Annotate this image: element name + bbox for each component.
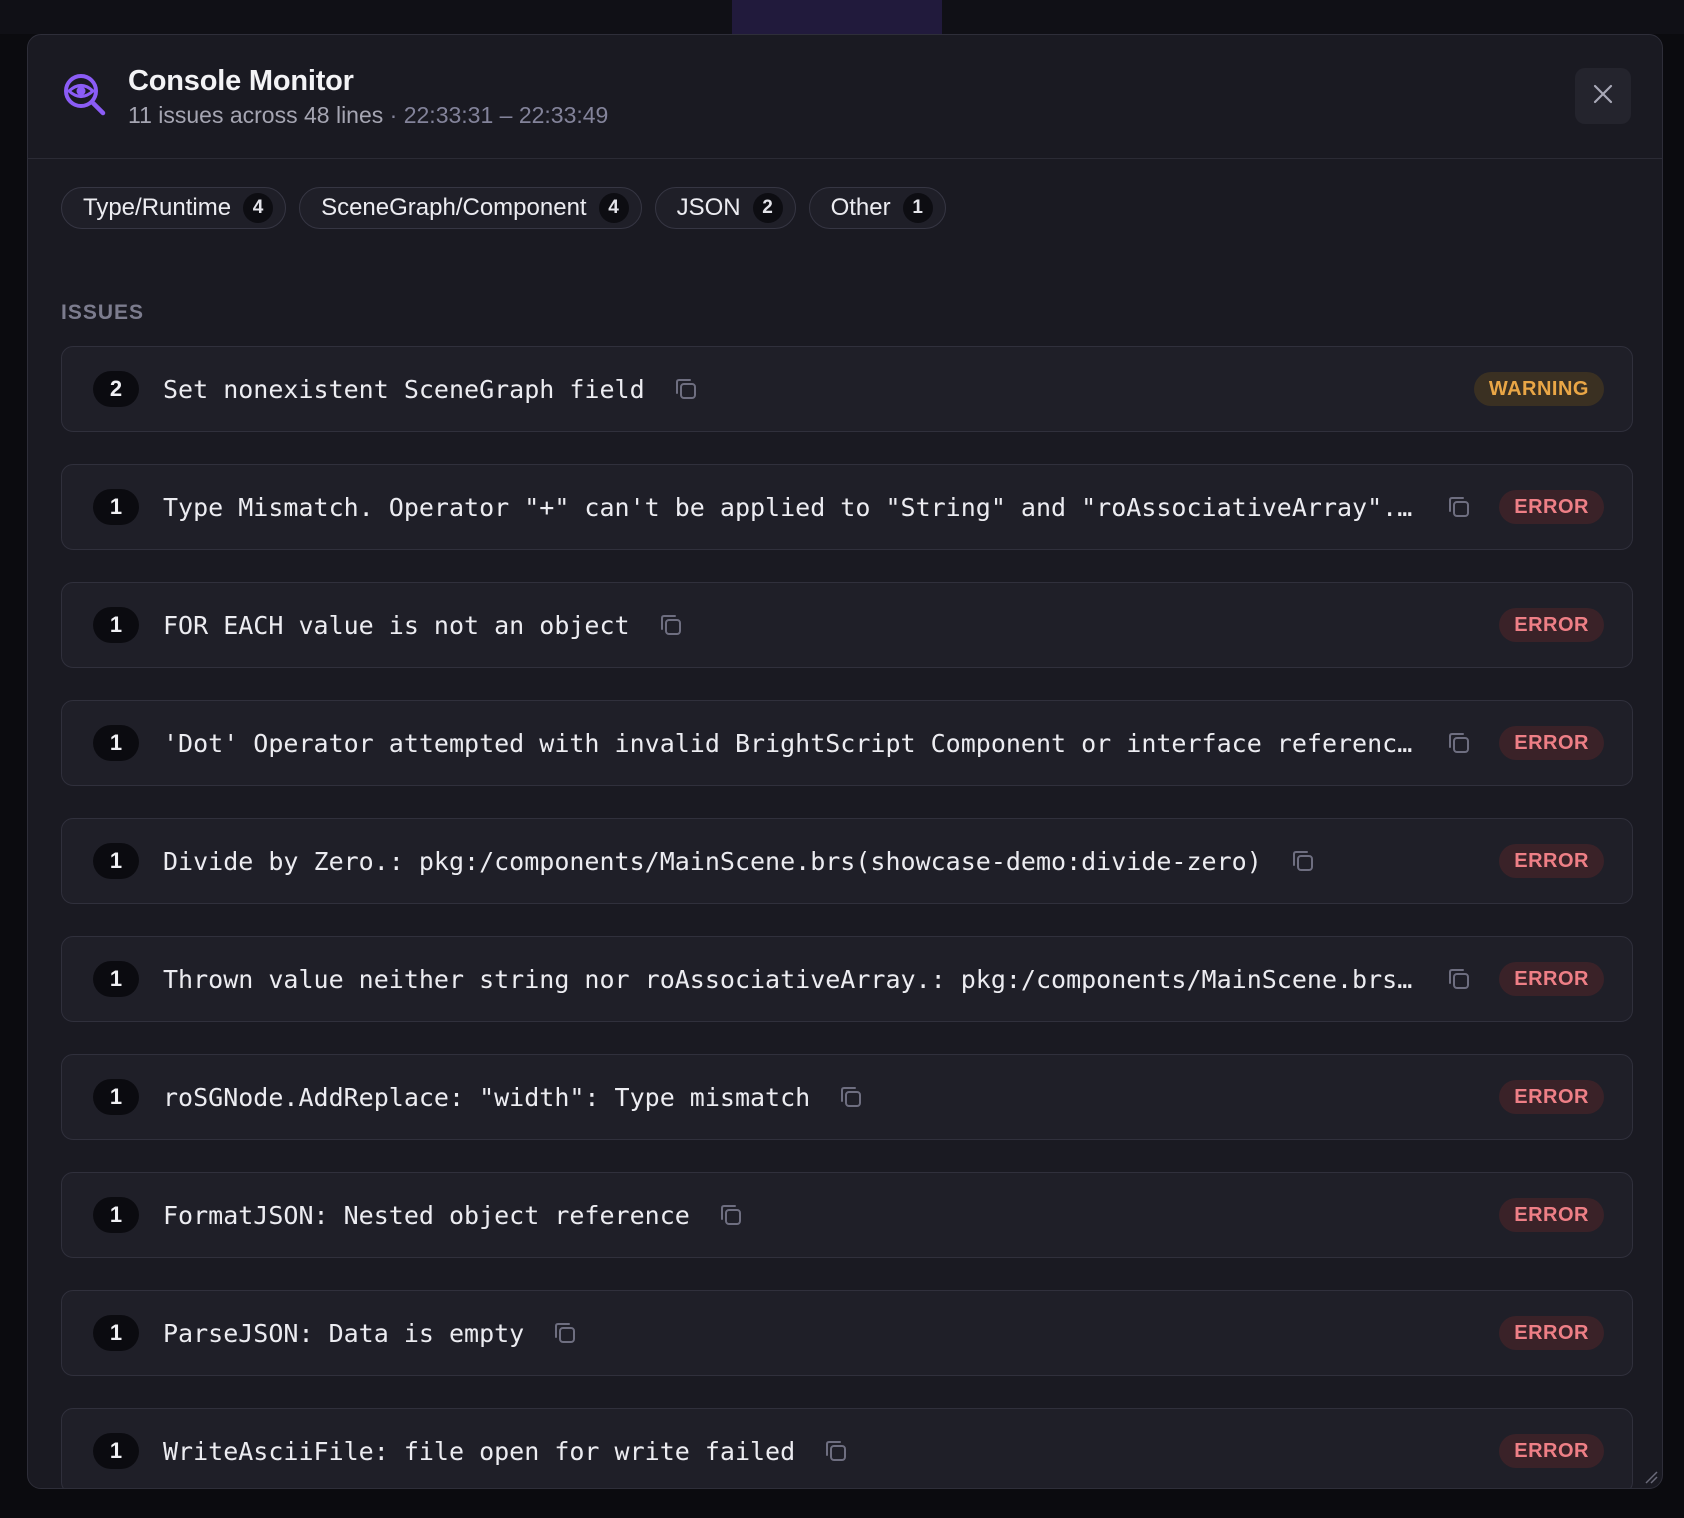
issue-message: roSGNode.AddReplace: "width": Type misma… [163, 1082, 811, 1112]
filter-count: 4 [243, 193, 274, 223]
filter-chip-json[interactable]: JSON 2 [654, 187, 796, 229]
issue-message: 'Dot' Operator attempted with invalid Br… [163, 728, 1418, 758]
filter-count: 1 [902, 193, 933, 223]
category-filters: Type/Runtime 4 SceneGraph/Component 4 JS… [61, 187, 946, 229]
filter-label: Type/Runtime [83, 194, 232, 221]
occurrence-count: 1 [93, 961, 139, 997]
copy-icon[interactable] [1446, 966, 1472, 992]
issue-row[interactable]: 1 Divide by Zero.: pkg:/components/MainS… [61, 818, 1633, 904]
occurrence-count: 1 [93, 1433, 139, 1469]
issue-row[interactable]: 1 FormatJSON: Nested object reference ER… [61, 1172, 1633, 1258]
background-active-tab [732, 0, 942, 34]
severity-badge: ERROR [1499, 1198, 1604, 1232]
occurrence-count: 1 [93, 607, 139, 643]
filter-count: 4 [598, 193, 629, 223]
severity-badge: ERROR [1499, 962, 1604, 996]
issue-message-wrap: Set nonexistent SceneGraph field [163, 347, 699, 431]
copy-icon[interactable] [658, 612, 684, 638]
filter-label: SceneGraph/Component [321, 194, 587, 221]
subtitle-separator: · [389, 102, 398, 128]
severity-badge: ERROR [1499, 608, 1604, 642]
severity-badge: ERROR [1499, 726, 1604, 760]
severity-badge: ERROR [1499, 1080, 1604, 1114]
dialog-header: Console Monitor 11 issues across 48 line… [28, 35, 1662, 159]
eye-magnifier-icon [61, 71, 109, 119]
severity-badge: WARNING [1473, 372, 1604, 406]
filter-label: JSON [676, 194, 741, 221]
resize-grip-icon[interactable] [1644, 1470, 1658, 1484]
issue-message: Divide by Zero.: pkg:/components/MainSce… [163, 846, 1262, 876]
severity-badge: ERROR [1499, 490, 1604, 524]
issue-message-wrap: WriteAsciiFile: file open for write fail… [163, 1409, 849, 1488]
dialog-subtitle: 11 issues across 48 lines · 22:33:31 – 2… [128, 102, 608, 129]
copy-icon[interactable] [823, 1438, 849, 1464]
copy-icon[interactable] [838, 1084, 864, 1110]
occurrence-count: 1 [93, 1197, 139, 1233]
occurrence-count: 1 [93, 843, 139, 879]
severity-badge: ERROR [1499, 844, 1604, 878]
console-monitor-dialog: Console Monitor 11 issues across 48 line… [27, 34, 1663, 1489]
issue-message-wrap: roSGNode.AddReplace: "width": Type misma… [163, 1055, 864, 1139]
issue-message-wrap: FOR EACH value is not an object [163, 583, 684, 667]
copy-icon[interactable] [673, 376, 699, 402]
occurrence-count: 1 [93, 725, 139, 761]
issue-row[interactable]: 1 WriteAsciiFile: file open for write fa… [61, 1408, 1633, 1488]
close-icon [1592, 83, 1614, 110]
copy-icon[interactable] [1446, 730, 1472, 756]
filter-chip-other[interactable]: Other 1 [808, 187, 946, 229]
issue-row[interactable]: 1 Type Mismatch. Operator "+" can't be a… [61, 464, 1633, 550]
issue-message-wrap: ParseJSON: Data is empty [163, 1291, 578, 1375]
occurrence-count: 1 [93, 489, 139, 525]
severity-badge: ERROR [1499, 1316, 1604, 1350]
severity-badge: ERROR [1499, 1434, 1604, 1468]
filter-chip-type-runtime[interactable]: Type/Runtime 4 [61, 187, 287, 229]
copy-icon[interactable] [718, 1202, 744, 1228]
issue-message: Set nonexistent SceneGraph field [163, 374, 645, 404]
filter-label: Other [830, 194, 891, 221]
issue-message-wrap: Thrown value neither string nor roAssoci… [163, 937, 1472, 1021]
issue-message: ParseJSON: Data is empty [163, 1318, 525, 1348]
issue-message-wrap: Divide by Zero.: pkg:/components/MainSce… [163, 819, 1316, 903]
issue-message: FOR EACH value is not an object [163, 610, 630, 640]
filter-chip-scenegraph-component[interactable]: SceneGraph/Component 4 [299, 187, 642, 229]
issue-message: Thrown value neither string nor roAssoci… [163, 964, 1418, 994]
copy-icon[interactable] [552, 1320, 578, 1346]
issue-row[interactable]: 1 FOR EACH value is not an object ERROR [61, 582, 1633, 668]
issue-summary: 11 issues across 48 lines [128, 102, 384, 128]
copy-icon[interactable] [1446, 494, 1472, 520]
issue-row[interactable]: 1 roSGNode.AddReplace: "width": Type mis… [61, 1054, 1633, 1140]
issue-message-wrap: FormatJSON: Nested object reference [163, 1173, 744, 1257]
issues-section-label: ISSUES [61, 301, 145, 324]
issue-message: WriteAsciiFile: file open for write fail… [163, 1436, 796, 1466]
issue-message-wrap: 'Dot' Operator attempted with invalid Br… [163, 701, 1472, 785]
issue-row[interactable]: 1 'Dot' Operator attempted with invalid … [61, 700, 1633, 786]
filter-count: 2 [752, 193, 783, 223]
copy-icon[interactable] [1290, 848, 1316, 874]
issue-message: FormatJSON: Nested object reference [163, 1200, 690, 1230]
issue-row[interactable]: 1 ParseJSON: Data is empty ERROR [61, 1290, 1633, 1376]
occurrence-count: 1 [93, 1315, 139, 1351]
issue-row[interactable]: 2 Set nonexistent SceneGraph field WARNI… [61, 346, 1633, 432]
dialog-title: Console Monitor [128, 65, 354, 97]
time-range: 22:33:31 – 22:33:49 [403, 102, 609, 128]
issue-row[interactable]: 1 Thrown value neither string nor roAsso… [61, 936, 1633, 1022]
occurrence-count: 1 [93, 1079, 139, 1115]
issue-message-wrap: Type Mismatch. Operator "+" can't be app… [163, 465, 1472, 549]
occurrence-count: 2 [93, 371, 139, 407]
issue-message: Type Mismatch. Operator "+" can't be app… [163, 492, 1418, 522]
close-button[interactable] [1575, 68, 1631, 124]
